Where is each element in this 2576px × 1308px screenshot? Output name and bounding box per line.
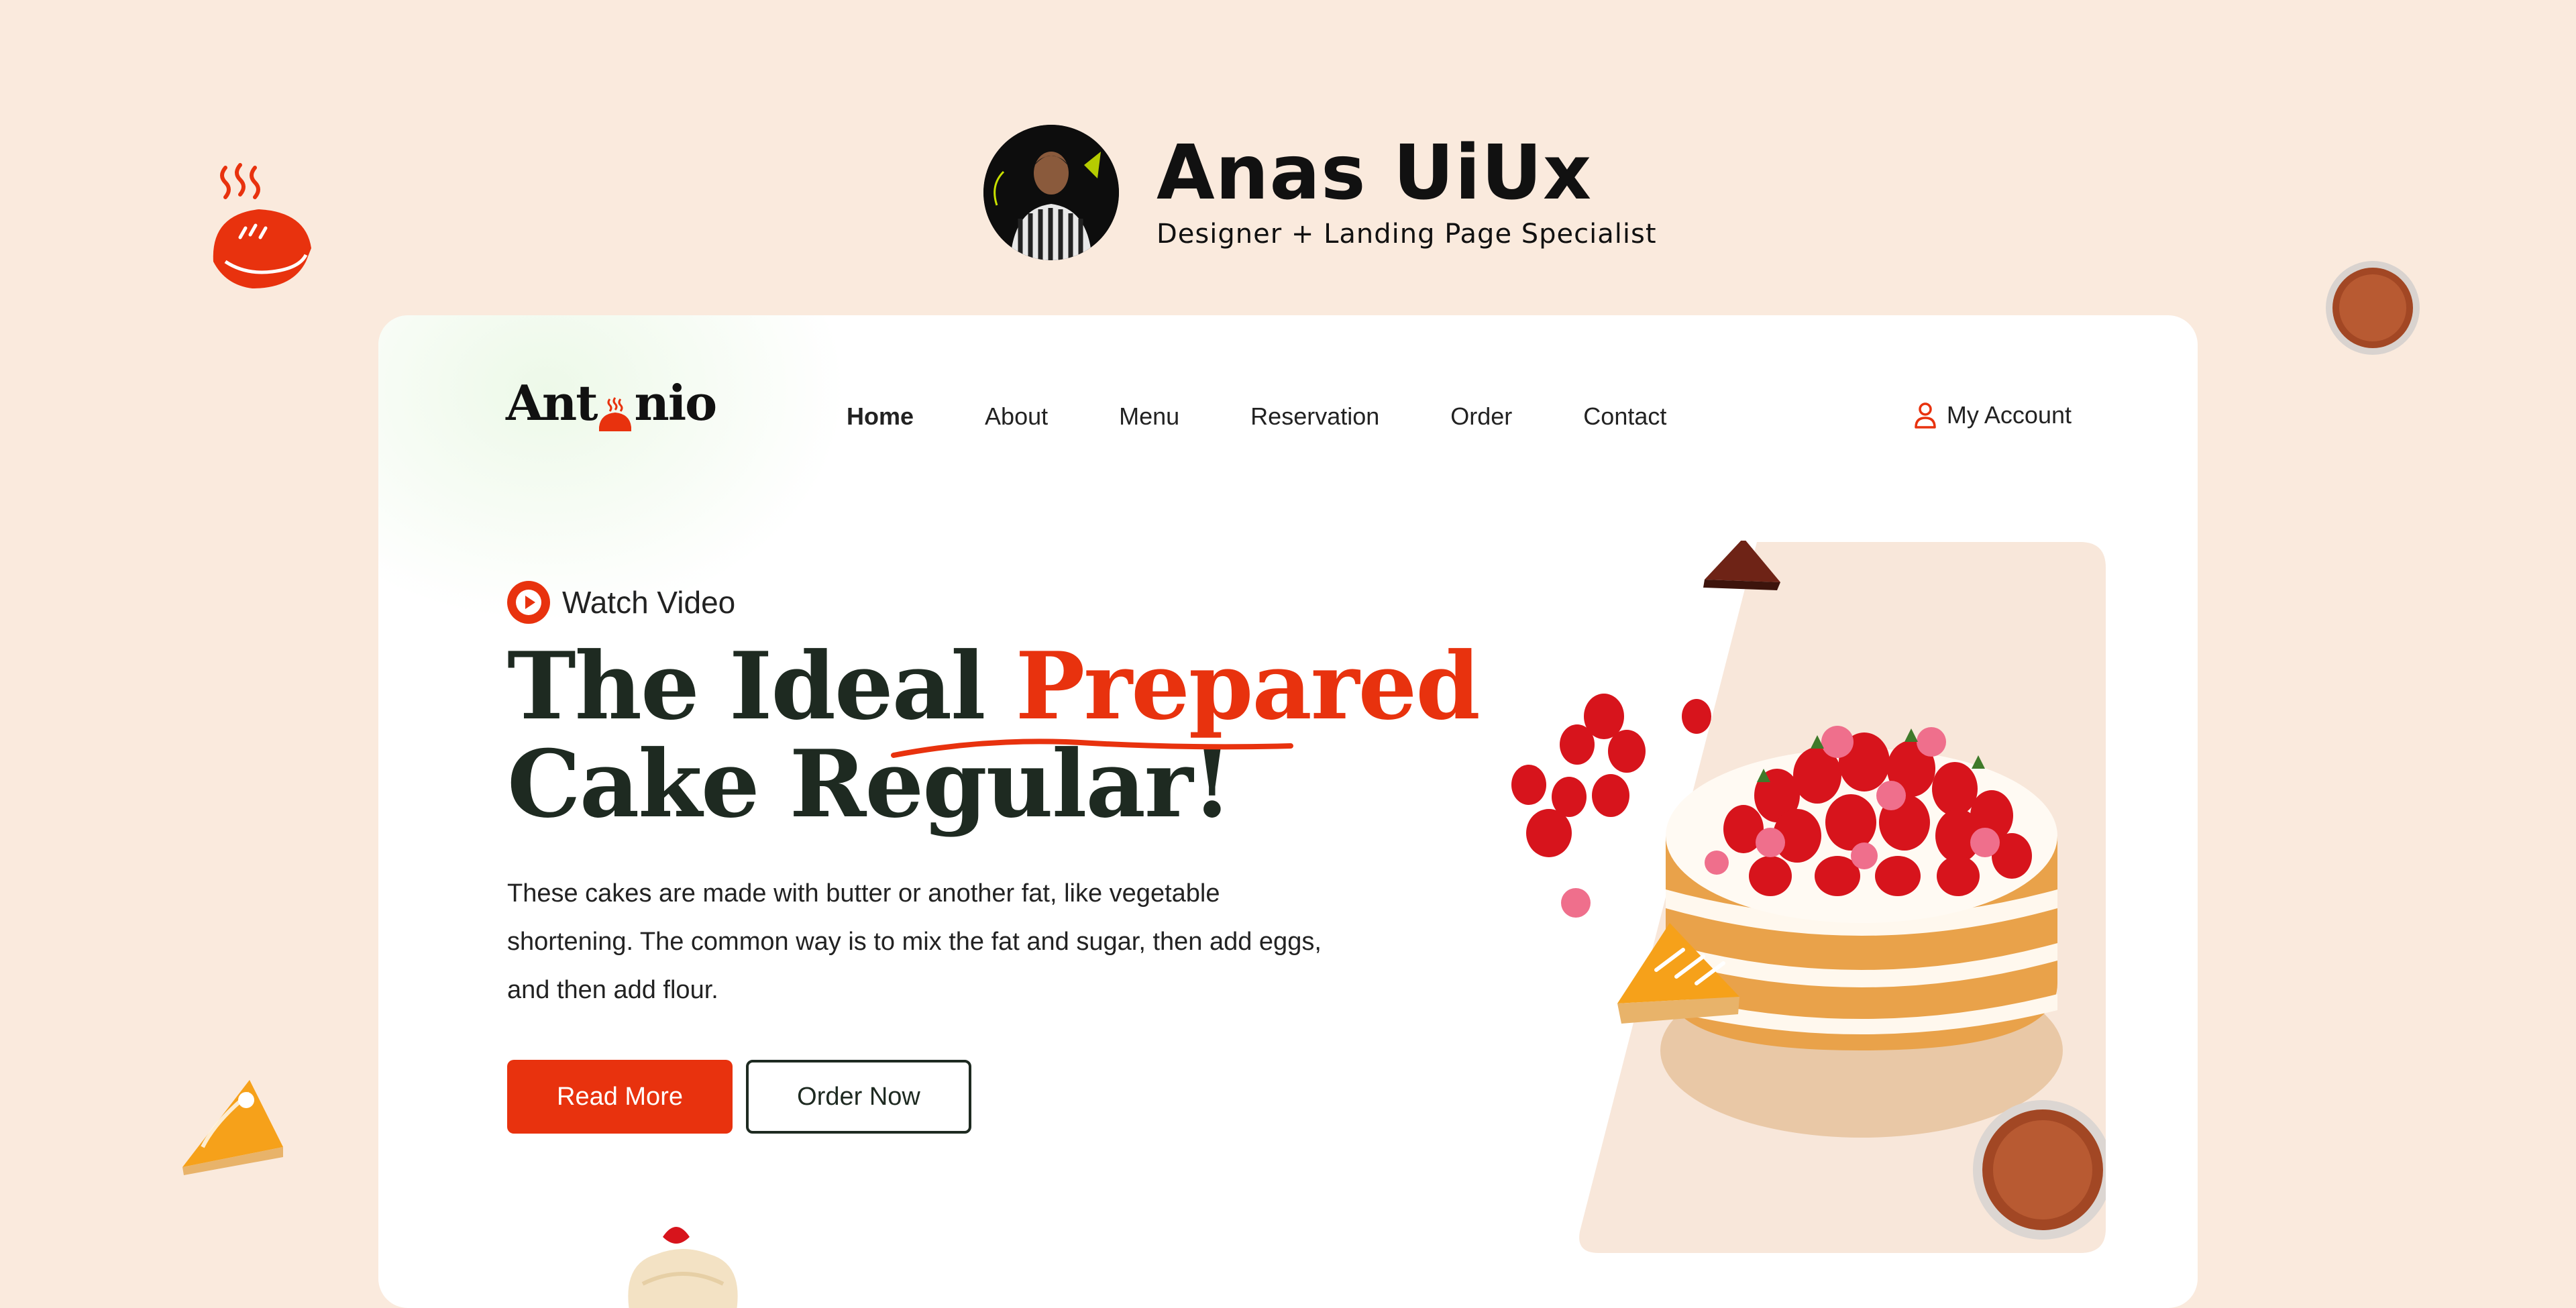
main-nav: Home About Menu Reservation Order Contac… [847,402,1737,431]
designer-avatar [983,125,1119,260]
headline-part1: The Ideal [507,631,1016,741]
cake-illustration [1511,538,2112,1253]
hot-pie-illustration [205,161,319,295]
my-account-label: My Account [1946,401,2072,429]
read-more-button[interactable]: Read More [507,1060,733,1134]
headline-accent: Prepared [1015,631,1481,741]
designer-name: Anas UiUx [1157,129,1593,217]
my-account-link[interactable]: My Account [1913,401,2072,429]
designer-header: Anas UiUx Designer + Landing Page Specia… [983,123,1657,262]
site-navbar: Ant nio Home About Menu Reservation Orde… [378,315,2198,503]
play-circle-icon [507,581,550,624]
user-icon [1915,402,1936,429]
designer-role: Designer + Landing Page Specialist [1157,219,1657,250]
hero-description: These cakes are made with butter or anot… [507,879,1322,1004]
cake-slice-decoration [176,1073,290,1181]
order-now-button[interactable]: Order Now [746,1060,971,1134]
nav-home[interactable]: Home [847,402,914,431]
designer-text: Anas UiUx Designer + Landing Page Specia… [1157,135,1657,250]
logo-text-right: nio [634,374,717,431]
logo-text-left: Ant [506,374,598,431]
watch-video-label: Watch Video [562,585,736,620]
landing-card: Ant nio Home About Menu Reservation Orde… [378,315,2198,1308]
hero-image-panel [1462,538,2112,1253]
hot-pie-icon [598,391,633,431]
nav-menu[interactable]: Menu [1119,402,1179,431]
nav-about[interactable]: About [985,402,1048,431]
site-logo[interactable]: Ant nio [506,374,717,431]
headline-underline [891,739,1293,758]
nav-contact[interactable]: Contact [1583,402,1666,431]
watch-video-link[interactable]: Watch Video [507,581,735,624]
cocoa-bowl-decoration [2324,259,2422,357]
cupcake-decoration [616,1217,750,1308]
nav-reservation[interactable]: Reservation [1250,402,1379,431]
nav-order[interactable]: Order [1450,402,1512,431]
